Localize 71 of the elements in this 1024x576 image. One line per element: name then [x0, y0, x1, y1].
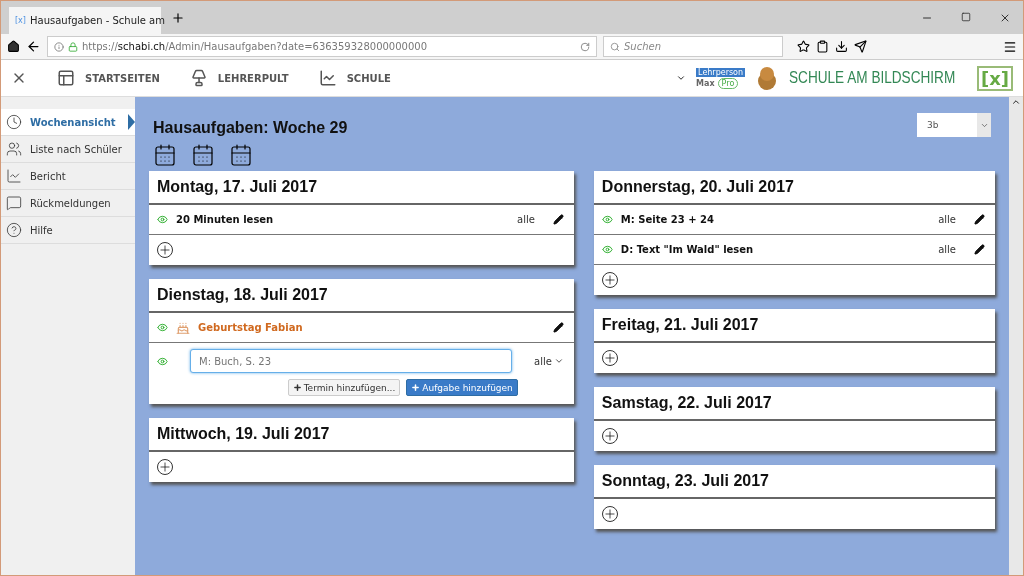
audience-label: alle [517, 214, 535, 225]
scroll-up-icon[interactable] [1011, 97, 1021, 107]
nav-link[interactable]: LEHRERPULT [189, 69, 289, 87]
role-badge: Lehrperson [696, 67, 746, 77]
menu-icon[interactable] [1003, 39, 1017, 54]
day-heading: Freitag, 21. Juli 2017 [593, 309, 995, 343]
back-icon[interactable] [26, 39, 41, 54]
day-heading: Samstag, 22. Juli 2017 [593, 387, 995, 421]
sidebar-item[interactable]: Wochenansicht [1, 109, 135, 136]
panel-icon [57, 69, 75, 87]
nav-link[interactable]: SCHULE [318, 69, 391, 87]
logo-text: SCHULE AM BILDSCHIRM [789, 68, 956, 88]
eye-icon[interactable] [601, 244, 613, 255]
eye-icon[interactable] [157, 322, 168, 333]
page-title: Hausaufgaben: Woche 29 [153, 119, 348, 137]
new-tab-icon[interactable] [171, 10, 185, 25]
day-heading: Dienstag, 18. Juli 2017 [149, 279, 574, 313]
site-icon: [x] [15, 16, 26, 25]
edit-icon[interactable] [552, 322, 564, 333]
clipboard-icon[interactable] [816, 40, 829, 53]
add-event-button[interactable]: Termin hinzufügen... [287, 379, 401, 396]
star-icon[interactable] [797, 40, 810, 53]
calendar-icon[interactable] [191, 143, 215, 167]
lamp-icon [189, 69, 208, 87]
edit-icon[interactable] [974, 214, 985, 225]
audience-label: alle [938, 244, 956, 255]
day-heading: Montag, 17. Juli 2017 [149, 171, 574, 205]
download-icon[interactable] [835, 40, 848, 53]
event-text: Geburtstag Fabian [198, 322, 304, 333]
home-icon[interactable] [7, 40, 20, 53]
day-heading: Mittwoch, 19. Juli 2017 [149, 418, 574, 452]
task-text: 20 Minuten lesen [176, 214, 275, 225]
eye-icon[interactable] [157, 214, 168, 225]
task-input[interactable]: M: Buch, S. 23 [190, 349, 512, 373]
audience-label: alle [938, 214, 956, 225]
task-text: D: Text "Im Wald" lesen [620, 244, 755, 255]
cake-icon [176, 320, 190, 335]
task-text: M: Seite 23 + 24 [620, 214, 715, 225]
speech-bubble-icon [6, 195, 22, 211]
add-icon[interactable] [157, 242, 173, 258]
nav-link[interactable]: STARTSEITEN [57, 69, 160, 87]
caret-icon [553, 356, 564, 366]
chart-icon [6, 168, 22, 184]
caret-icon[interactable] [676, 73, 687, 83]
search-icon [610, 41, 620, 52]
add-task-button[interactable]: Aufgabe hinzufügen [406, 379, 518, 396]
maximize-icon[interactable] [961, 11, 971, 22]
edit-icon[interactable] [552, 214, 564, 225]
plus-icon [411, 383, 421, 392]
edit-icon[interactable] [974, 244, 985, 255]
eye-icon[interactable] [601, 214, 613, 225]
day-heading: Donnerstag, 20. Juli 2017 [593, 171, 995, 205]
logo-mark: [x] [976, 65, 1013, 91]
search-field[interactable]: Suchen [603, 36, 783, 57]
class-select[interactable]: 3b [917, 113, 991, 137]
eye-icon[interactable] [157, 355, 168, 367]
lock-icon [68, 41, 78, 52]
audience-dropdown[interactable]: alle [534, 355, 564, 367]
user-name: Max [696, 78, 715, 88]
clock-icon [6, 114, 22, 130]
people-icon [6, 141, 22, 157]
url-field[interactable]: https://schabi.ch/Admin/Hausaufgaben?date=636359328000000000 [47, 36, 597, 57]
reload-icon[interactable] [580, 41, 590, 52]
add-icon[interactable] [157, 459, 173, 475]
next-week-icon[interactable] [229, 143, 253, 167]
plus-icon [292, 383, 302, 392]
send-icon[interactable] [854, 40, 867, 53]
day-heading: Sonntag, 23. Juli 2017 [593, 465, 995, 499]
help-icon [6, 222, 22, 238]
previous-week-icon[interactable] [153, 143, 177, 167]
chart-icon [318, 69, 337, 87]
